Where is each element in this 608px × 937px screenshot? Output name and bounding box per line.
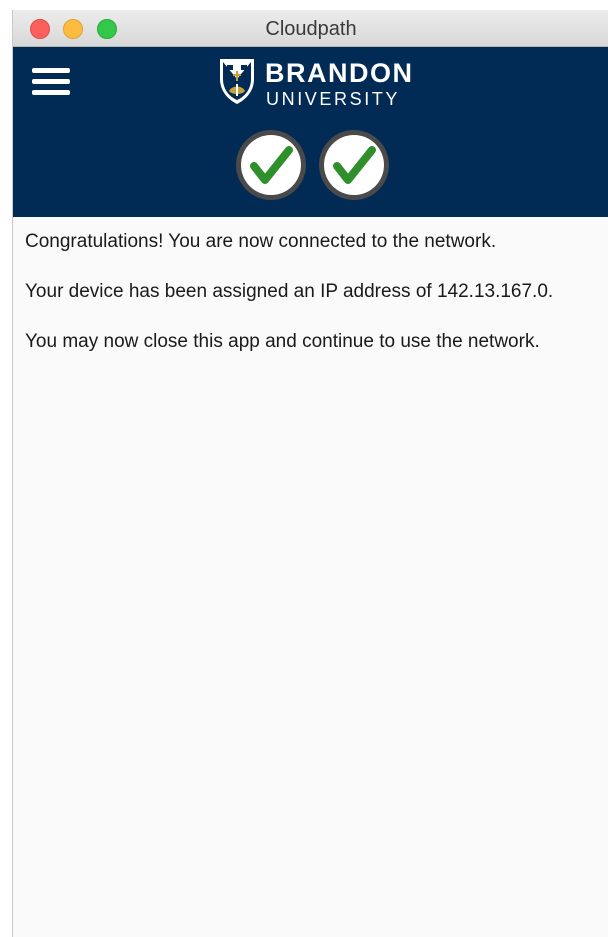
check-circle-icon [236,130,306,200]
close-app-message: You may now close this app and continue … [25,331,540,352]
congrats-message: Congratulations! You are now connected t… [25,231,497,252]
app-window: Cloudpath BRANDON UNIVERSITY Congratulat… [12,10,608,937]
window-title: Cloudpath [265,18,357,40]
hamburger-menu-icon[interactable] [32,68,70,96]
check-circle-icon [319,130,389,200]
app-header: BRANDON UNIVERSITY [13,47,608,217]
university-crest-icon [220,59,254,104]
logo-text-brandon: BRANDON [265,58,414,88]
ip-address-message: Your device has been assigned an IP addr… [25,281,554,302]
brandon-university-logo: BRANDON UNIVERSITY [218,57,418,113]
status-content: Congratulations! You are now connected t… [25,229,595,379]
logo-text-university: UNIVERSITY [266,89,401,109]
window-titlebar[interactable]: Cloudpath [13,10,608,47]
